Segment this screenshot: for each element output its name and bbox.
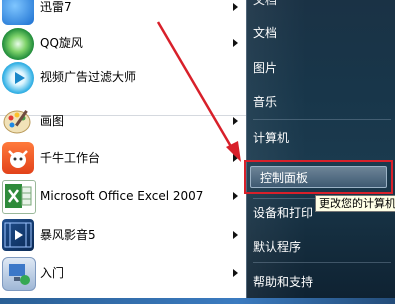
annotation-arrow-icon	[156, 21, 241, 162]
taskbar-edge	[0, 298, 395, 304]
